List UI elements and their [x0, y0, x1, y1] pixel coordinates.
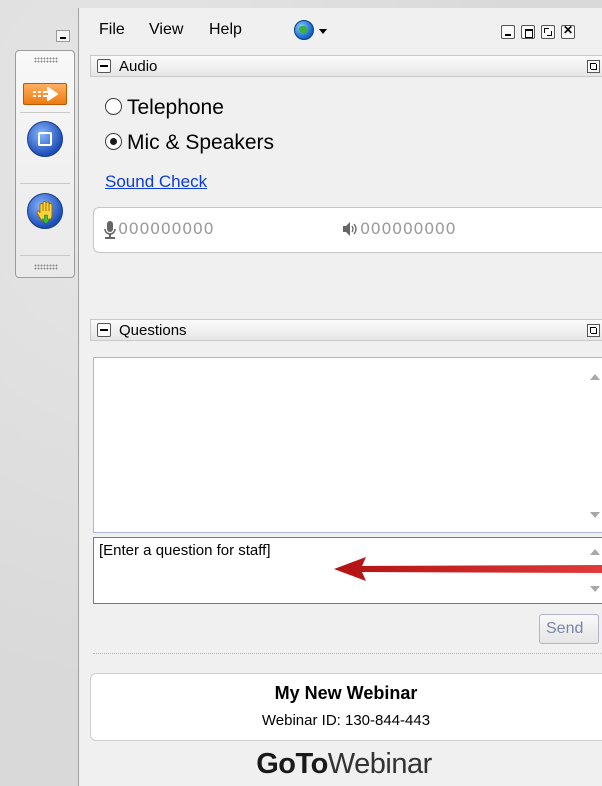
audio-section-body: Telephone Mic & Speakers Sound Check 000…: [90, 88, 602, 304]
raise-hand-icon: [36, 201, 53, 225]
scroll-up-icon[interactable]: [590, 374, 600, 380]
window-minimize-button[interactable]: [501, 25, 515, 39]
webinar-info-box: My New Webinar Webinar ID: 130-844-443: [90, 673, 602, 741]
audio-popout-button[interactable]: [587, 60, 600, 73]
questions-log[interactable]: [93, 357, 602, 533]
grab-tab-toolbar: [0, 0, 77, 288]
square-icon: [38, 132, 52, 146]
menu-view[interactable]: View: [149, 21, 183, 39]
show-hide-control-panel-button[interactable]: [23, 83, 67, 105]
close-icon: ✕: [563, 23, 574, 37]
webinar-id: Webinar ID: 130-844-443: [261, 712, 431, 729]
raise-hand-button[interactable]: [27, 193, 63, 229]
chevron-down-icon[interactable]: [319, 29, 327, 34]
window-maximize-button[interactable]: [521, 25, 535, 39]
window-popout-button[interactable]: [541, 25, 555, 39]
menu-file[interactable]: File: [99, 21, 125, 39]
grip-handle-bottom[interactable]: [34, 264, 58, 270]
minimize-icon: [505, 34, 511, 36]
menu-bar: File View Help ✕: [79, 8, 602, 42]
questions-collapse-button[interactable]: [97, 323, 111, 337]
sound-check-link[interactable]: Sound Check: [105, 172, 207, 192]
annotation-arrow-icon: [334, 557, 602, 581]
mic-level-meter: 000000000: [118, 219, 215, 238]
questions-popout-button[interactable]: [587, 324, 600, 337]
toolbar-separator: [20, 183, 70, 184]
questions-section-header: Questions: [90, 319, 602, 341]
toolbar-separator: [20, 255, 70, 256]
send-button[interactable]: Send: [539, 614, 599, 644]
scroll-down-icon[interactable]: [590, 512, 600, 518]
webinar-title: My New Webinar: [274, 683, 418, 703]
speaker-icon: [343, 222, 357, 236]
audio-level-meters: 000000000 000000000: [93, 207, 602, 253]
grab-tab-panel: [15, 50, 75, 278]
globe-icon[interactable]: [294, 20, 314, 40]
questions-section-title: Questions: [119, 322, 187, 339]
maximize-icon: [525, 29, 533, 38]
microphone-icon: [104, 221, 116, 239]
audio-section-title: Audio: [119, 58, 158, 75]
telephone-radio[interactable]: [105, 98, 122, 115]
speaker-level-meter: 000000000: [360, 219, 457, 238]
question-input-text: [Enter a question for staff]: [99, 542, 271, 559]
control-panel-window: File View Help ✕ Audio Telephone Mic & S…: [78, 8, 602, 786]
mic-speakers-radio[interactable]: [105, 133, 122, 150]
logo-bold-text: GoTo: [256, 748, 328, 780]
divider: [93, 653, 602, 654]
telephone-radio-label[interactable]: Telephone: [127, 96, 224, 120]
toolbar-separator: [20, 112, 70, 113]
grab-tab-minimize-button[interactable]: [56, 30, 70, 42]
audio-collapse-button[interactable]: [97, 59, 111, 73]
window-close-button[interactable]: ✕: [561, 23, 575, 39]
screen-share-button[interactable]: [27, 121, 63, 157]
menu-help[interactable]: Help: [209, 21, 242, 39]
gotowebinar-logo: GoToWebinar: [79, 748, 602, 781]
arrow-right-icon: [33, 87, 58, 101]
grip-handle-top[interactable]: [34, 57, 58, 63]
questions-log-scrollbar[interactable]: [586, 358, 602, 532]
logo-regular-text: Webinar: [327, 748, 432, 780]
mic-speakers-radio-label[interactable]: Mic & Speakers: [127, 131, 274, 155]
audio-section-header: Audio: [90, 55, 602, 77]
